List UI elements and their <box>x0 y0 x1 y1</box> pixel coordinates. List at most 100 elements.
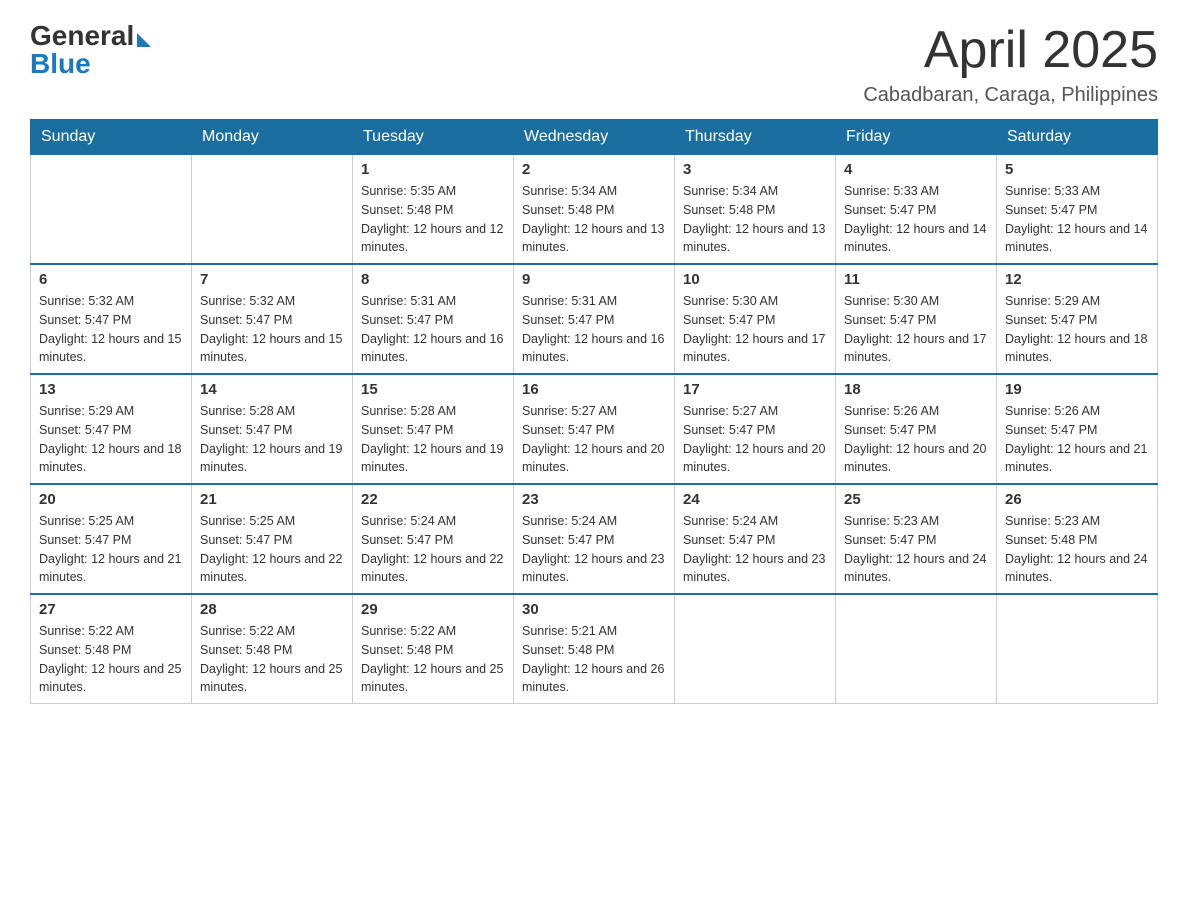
calendar-cell: 5Sunrise: 5:33 AMSunset: 5:47 PMDaylight… <box>997 155 1158 265</box>
day-info: Sunrise: 5:21 AMSunset: 5:48 PMDaylight:… <box>522 622 666 697</box>
calendar-cell: 27 Sunrise: 5:22 AMSunset: 5:48 PMDayligh… <box>31 594 192 704</box>
logo-arrow-icon <box>137 33 151 47</box>
day-number: 19 <box>1005 381 1149 398</box>
day-number: 17 <box>683 381 827 398</box>
day-info: Sunrise: 5:33 AMSunset: 5:47 PMDaylight:… <box>844 182 988 257</box>
calendar-cell: 2Sunrise: 5:34 AMSunset: 5:48 PMDaylight… <box>514 155 675 265</box>
calendar-cell: 25 Sunrise: 5:23 AMSunset: 5:47 PMDayligh… <box>836 484 997 594</box>
calendar-cell: 8 Sunrise: 5:31 AMSunset: 5:47 PMDaylight… <box>353 264 514 374</box>
day-number: 28 <box>200 601 344 618</box>
col-header-thursday: Thursday <box>675 120 836 155</box>
day-info: Sunrise: 5:23 AMSunset: 5:47 PMDaylight:… <box>844 512 988 587</box>
col-header-tuesday: Tuesday <box>353 120 514 155</box>
day-number: 24 <box>683 491 827 508</box>
day-number: 16 <box>522 381 666 398</box>
calendar-cell: 16 Sunrise: 5:27 AMSunset: 5:47 PMDayligh… <box>514 374 675 484</box>
calendar-cell: 30 Sunrise: 5:21 AMSunset: 5:48 PMDayligh… <box>514 594 675 704</box>
day-number: 3 <box>683 161 827 178</box>
day-info: Sunrise: 5:32 AMSunset: 5:47 PMDaylight:… <box>39 292 183 367</box>
col-header-wednesday: Wednesday <box>514 120 675 155</box>
calendar-cell: 14Sunrise: 5:28 AMSunset: 5:47 PMDayligh… <box>192 374 353 484</box>
day-info: Sunrise: 5:22 AMSunset: 5:48 PMDaylight:… <box>39 622 183 697</box>
day-number: 9 <box>522 271 666 288</box>
location-title: Cabadbaran, Caraga, Philippines <box>863 84 1158 107</box>
calendar-cell: 21 Sunrise: 5:25 AMSunset: 5:47 PMDayligh… <box>192 484 353 594</box>
day-info: Sunrise: 5:25 AMSunset: 5:47 PMDaylight:… <box>200 512 344 587</box>
day-info: Sunrise: 5:30 AMSunset: 5:47 PMDaylight:… <box>683 292 827 367</box>
calendar-cell: 11 Sunrise: 5:30 AMSunset: 5:47 PMDayligh… <box>836 264 997 374</box>
calendar-cell <box>997 594 1158 704</box>
day-info: Sunrise: 5:22 AMSunset: 5:48 PMDaylight:… <box>361 622 505 697</box>
day-number: 13 <box>39 381 183 398</box>
day-number: 8 <box>361 271 505 288</box>
day-info: Sunrise: 5:22 AMSunset: 5:48 PMDaylight:… <box>200 622 344 697</box>
day-info: Sunrise: 5:26 AMSunset: 5:47 PMDaylight:… <box>844 402 988 477</box>
page-header: General Blue April 2025 Cabadbaran, Cara… <box>30 20 1158 107</box>
day-info: Sunrise: 5:23 AMSunset: 5:48 PMDaylight:… <box>1005 512 1149 587</box>
calendar-cell <box>675 594 836 704</box>
day-info: Sunrise: 5:34 AMSunset: 5:48 PMDaylight:… <box>683 182 827 257</box>
day-number: 30 <box>522 601 666 618</box>
calendar-cell <box>836 594 997 704</box>
calendar-cell: 26 Sunrise: 5:23 AMSunset: 5:48 PMDayligh… <box>997 484 1158 594</box>
day-info: Sunrise: 5:28 AMSunset: 5:47 PMDaylight:… <box>361 402 505 477</box>
day-number: 21 <box>200 491 344 508</box>
day-number: 6 <box>39 271 183 288</box>
calendar-cell: 7Sunrise: 5:32 AMSunset: 5:47 PMDaylight… <box>192 264 353 374</box>
title-block: April 2025 Cabadbaran, Caraga, Philippin… <box>863 20 1158 107</box>
calendar-cell: 6 Sunrise: 5:32 AMSunset: 5:47 PMDaylight… <box>31 264 192 374</box>
calendar-cell: 1 Sunrise: 5:35 AMSunset: 5:48 PMDaylight… <box>353 155 514 265</box>
calendar-cell: 17Sunrise: 5:27 AMSunset: 5:47 PMDayligh… <box>675 374 836 484</box>
calendar-cell: 10 Sunrise: 5:30 AMSunset: 5:47 PMDayligh… <box>675 264 836 374</box>
day-info: Sunrise: 5:30 AMSunset: 5:47 PMDaylight:… <box>844 292 988 367</box>
day-info: Sunrise: 5:34 AMSunset: 5:48 PMDaylight:… <box>522 182 666 257</box>
day-info: Sunrise: 5:27 AMSunset: 5:47 PMDaylight:… <box>522 402 666 477</box>
calendar-table: SundayMondayTuesdayWednesdayThursdayFrid… <box>30 119 1158 704</box>
day-number: 26 <box>1005 491 1149 508</box>
day-info: Sunrise: 5:29 AMSunset: 5:47 PMDaylight:… <box>1005 292 1149 367</box>
day-number: 27 <box>39 601 183 618</box>
month-title: April 2025 <box>863 20 1158 80</box>
logo-blue-text: Blue <box>30 48 91 80</box>
day-info: Sunrise: 5:24 AMSunset: 5:47 PMDaylight:… <box>361 512 505 587</box>
day-info: Sunrise: 5:31 AMSunset: 5:47 PMDaylight:… <box>361 292 505 367</box>
day-info: Sunrise: 5:35 AMSunset: 5:48 PMDaylight:… <box>361 182 505 257</box>
calendar-cell: 4Sunrise: 5:33 AMSunset: 5:47 PMDaylight… <box>836 155 997 265</box>
day-info: Sunrise: 5:29 AMSunset: 5:47 PMDaylight:… <box>39 402 183 477</box>
calendar-cell: 12 Sunrise: 5:29 AMSunset: 5:47 PMDayligh… <box>997 264 1158 374</box>
calendar-cell: 9 Sunrise: 5:31 AMSunset: 5:47 PMDaylight… <box>514 264 675 374</box>
day-info: Sunrise: 5:31 AMSunset: 5:47 PMDaylight:… <box>522 292 666 367</box>
day-number: 29 <box>361 601 505 618</box>
calendar-cell: 18 Sunrise: 5:26 AMSunset: 5:47 PMDayligh… <box>836 374 997 484</box>
day-number: 23 <box>522 491 666 508</box>
day-number: 18 <box>844 381 988 398</box>
day-info: Sunrise: 5:24 AMSunset: 5:47 PMDaylight:… <box>522 512 666 587</box>
day-info: Sunrise: 5:24 AMSunset: 5:47 PMDaylight:… <box>683 512 827 587</box>
col-header-monday: Monday <box>192 120 353 155</box>
day-number: 11 <box>844 271 988 288</box>
calendar-cell: 20 Sunrise: 5:25 AMSunset: 5:47 PMDayligh… <box>31 484 192 594</box>
calendar-cell: 28 Sunrise: 5:22 AMSunset: 5:48 PMDayligh… <box>192 594 353 704</box>
col-header-friday: Friday <box>836 120 997 155</box>
day-info: Sunrise: 5:28 AMSunset: 5:47 PMDaylight:… <box>200 402 344 477</box>
day-number: 12 <box>1005 271 1149 288</box>
col-header-saturday: Saturday <box>997 120 1158 155</box>
calendar-cell: 24 Sunrise: 5:24 AMSunset: 5:47 PMDayligh… <box>675 484 836 594</box>
day-number: 25 <box>844 491 988 508</box>
day-number: 15 <box>361 381 505 398</box>
day-number: 22 <box>361 491 505 508</box>
day-info: Sunrise: 5:26 AMSunset: 5:47 PMDaylight:… <box>1005 402 1149 477</box>
day-number: 5 <box>1005 161 1149 178</box>
calendar-cell: 23 Sunrise: 5:24 AMSunset: 5:47 PMDayligh… <box>514 484 675 594</box>
calendar-cell: 19 Sunrise: 5:26 AMSunset: 5:47 PMDayligh… <box>997 374 1158 484</box>
calendar-cell: 22 Sunrise: 5:24 AMSunset: 5:47 PMDayligh… <box>353 484 514 594</box>
day-number: 20 <box>39 491 183 508</box>
logo: General Blue <box>30 20 151 80</box>
day-info: Sunrise: 5:25 AMSunset: 5:47 PMDaylight:… <box>39 512 183 587</box>
col-header-sunday: Sunday <box>31 120 192 155</box>
calendar-cell: 29 Sunrise: 5:22 AMSunset: 5:48 PMDayligh… <box>353 594 514 704</box>
day-number: 10 <box>683 271 827 288</box>
day-number: 1 <box>361 161 505 178</box>
day-number: 7 <box>200 271 344 288</box>
calendar-cell <box>192 155 353 265</box>
